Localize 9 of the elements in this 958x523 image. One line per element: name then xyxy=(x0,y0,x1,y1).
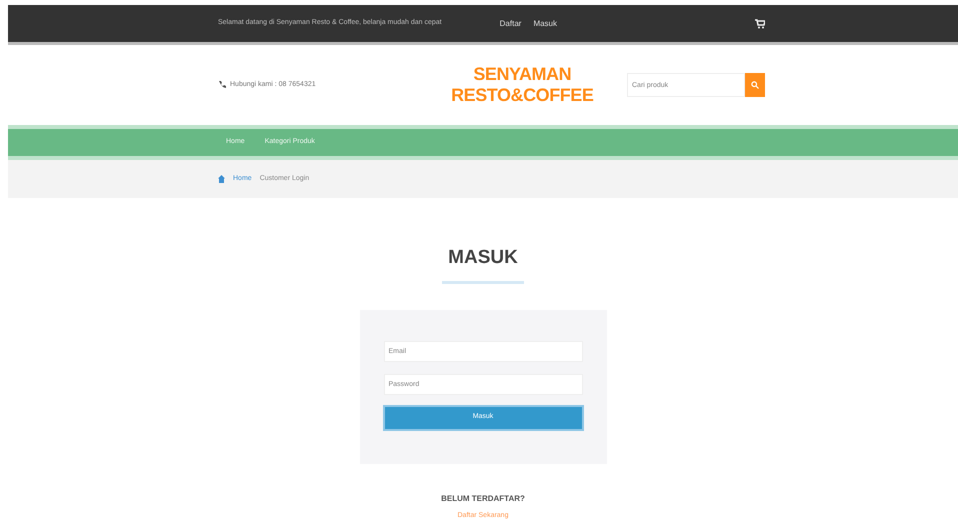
login-title: MASUK xyxy=(448,246,518,270)
register-heading: BELUM TERDAFTAR? xyxy=(441,492,525,504)
search-icon xyxy=(751,81,759,89)
logo[interactable]: SENYAMAN RESTO&COFFEE xyxy=(418,64,627,106)
top-bar-link[interactable]: Masuk xyxy=(533,18,557,30)
phone-icon xyxy=(218,81,226,89)
top-bar-link[interactable]: Daftar xyxy=(500,18,522,30)
cart-icon[interactable] xyxy=(755,18,765,28)
home-icon xyxy=(218,175,225,183)
